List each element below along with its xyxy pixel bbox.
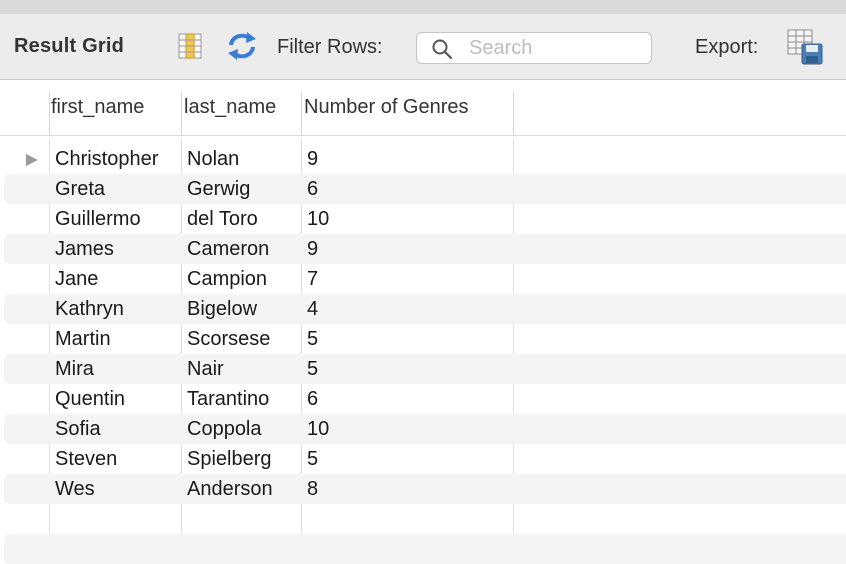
column-header-number-of-genres[interactable]: Number of Genres — [304, 96, 469, 119]
table-row[interactable]: Steven Spielberg 5 — [0, 444, 846, 474]
table-row[interactable]: Martin Scorsese 5 — [0, 324, 846, 354]
cell-last-name[interactable]: Anderson — [187, 478, 273, 501]
column-header-first-name[interactable]: first_name — [51, 96, 144, 119]
cell-number-of-genres[interactable]: 10 — [307, 208, 329, 231]
empty-row — [0, 534, 846, 564]
table-row[interactable]: Guillermo del Toro 10 — [0, 204, 846, 234]
cell-number-of-genres[interactable]: 5 — [307, 448, 318, 471]
table-row[interactable]: Mira Nair 5 — [0, 354, 846, 384]
table-row[interactable]: James Cameron 9 — [0, 234, 846, 264]
row-stripe — [4, 174, 846, 204]
cell-first-name[interactable]: Steven — [55, 448, 117, 471]
export-label: Export: — [695, 36, 759, 58]
filter-rows-label: Filter Rows: — [277, 36, 383, 58]
cell-number-of-genres[interactable]: 6 — [307, 178, 318, 201]
column-separator — [301, 92, 302, 136]
result-grid-toolbar: Result Grid Filter Rows: Export: — [0, 14, 846, 80]
cell-first-name[interactable]: Greta — [55, 178, 105, 201]
grid-rows: Christopher Nolan 9 Greta Gerwig 6 Guill… — [0, 144, 846, 564]
filter-search-box[interactable] — [416, 32, 652, 64]
table-row[interactable]: Wes Anderson 8 — [0, 474, 846, 504]
row-stripe — [4, 414, 846, 444]
cell-number-of-genres[interactable]: 5 — [307, 358, 318, 381]
cell-first-name[interactable]: Jane — [55, 268, 98, 291]
refresh-icon[interactable] — [225, 31, 259, 61]
header-divider — [0, 135, 846, 136]
table-row[interactable]: Christopher Nolan 9 — [0, 144, 846, 174]
cell-last-name[interactable]: Campion — [187, 268, 267, 291]
table-row[interactable]: Quentin Tarantino 6 — [0, 384, 846, 414]
cell-number-of-genres[interactable]: 7 — [307, 268, 318, 291]
current-row-arrow-icon — [26, 154, 38, 166]
row-stripe — [4, 294, 846, 324]
cell-number-of-genres[interactable]: 8 — [307, 478, 318, 501]
cell-last-name[interactable]: Spielberg — [187, 448, 272, 471]
cell-last-name[interactable]: Bigelow — [187, 298, 257, 321]
column-separator — [513, 92, 514, 136]
table-row[interactable]: Sofia Coppola 10 — [0, 414, 846, 444]
cell-last-name[interactable]: del Toro — [187, 208, 258, 231]
column-header-last-name[interactable]: last_name — [184, 96, 276, 119]
row-stripe — [4, 534, 846, 564]
cell-number-of-genres[interactable]: 6 — [307, 388, 318, 411]
cell-number-of-genres[interactable]: 9 — [307, 148, 318, 171]
cell-number-of-genres[interactable]: 5 — [307, 328, 318, 351]
cell-last-name[interactable]: Gerwig — [187, 178, 250, 201]
cell-last-name[interactable]: Nolan — [187, 148, 239, 171]
cell-last-name[interactable]: Scorsese — [187, 328, 270, 351]
cell-last-name[interactable]: Tarantino — [187, 388, 269, 411]
cell-first-name[interactable]: Christopher — [55, 148, 158, 171]
export-table-icon[interactable] — [786, 28, 824, 66]
grid-layout-icon[interactable] — [176, 32, 204, 60]
search-icon — [432, 39, 453, 60]
empty-new-row[interactable] — [0, 504, 846, 534]
result-grid-title: Result Grid — [14, 35, 124, 57]
column-separator — [181, 92, 182, 136]
cell-number-of-genres[interactable]: 9 — [307, 238, 318, 261]
cell-first-name[interactable]: Kathryn — [55, 298, 124, 321]
row-stripe — [4, 354, 846, 384]
cell-number-of-genres[interactable]: 10 — [307, 418, 329, 441]
window-top-strip — [0, 0, 846, 14]
cell-first-name[interactable]: Sofia — [55, 418, 101, 441]
cell-first-name[interactable]: James — [55, 238, 114, 261]
table-row[interactable]: Kathryn Bigelow 4 — [0, 294, 846, 324]
cell-first-name[interactable]: Mira — [55, 358, 94, 381]
cell-first-name[interactable]: Quentin — [55, 388, 125, 411]
filter-search-input[interactable] — [469, 36, 645, 60]
column-separator — [49, 92, 50, 136]
row-stripe — [4, 474, 846, 504]
cell-last-name[interactable]: Nair — [187, 358, 224, 381]
result-grid: first_name last_name Number of Genres Ch… — [0, 80, 846, 564]
cell-first-name[interactable]: Guillermo — [55, 208, 141, 231]
cell-first-name[interactable]: Martin — [55, 328, 111, 351]
cell-number-of-genres[interactable]: 4 — [307, 298, 318, 321]
table-row[interactable]: Greta Gerwig 6 — [0, 174, 846, 204]
cell-last-name[interactable]: Cameron — [187, 238, 269, 261]
table-row[interactable]: Jane Campion 7 — [0, 264, 846, 294]
cell-last-name[interactable]: Coppola — [187, 418, 262, 441]
cell-first-name[interactable]: Wes — [55, 478, 95, 501]
row-stripe — [4, 234, 846, 264]
